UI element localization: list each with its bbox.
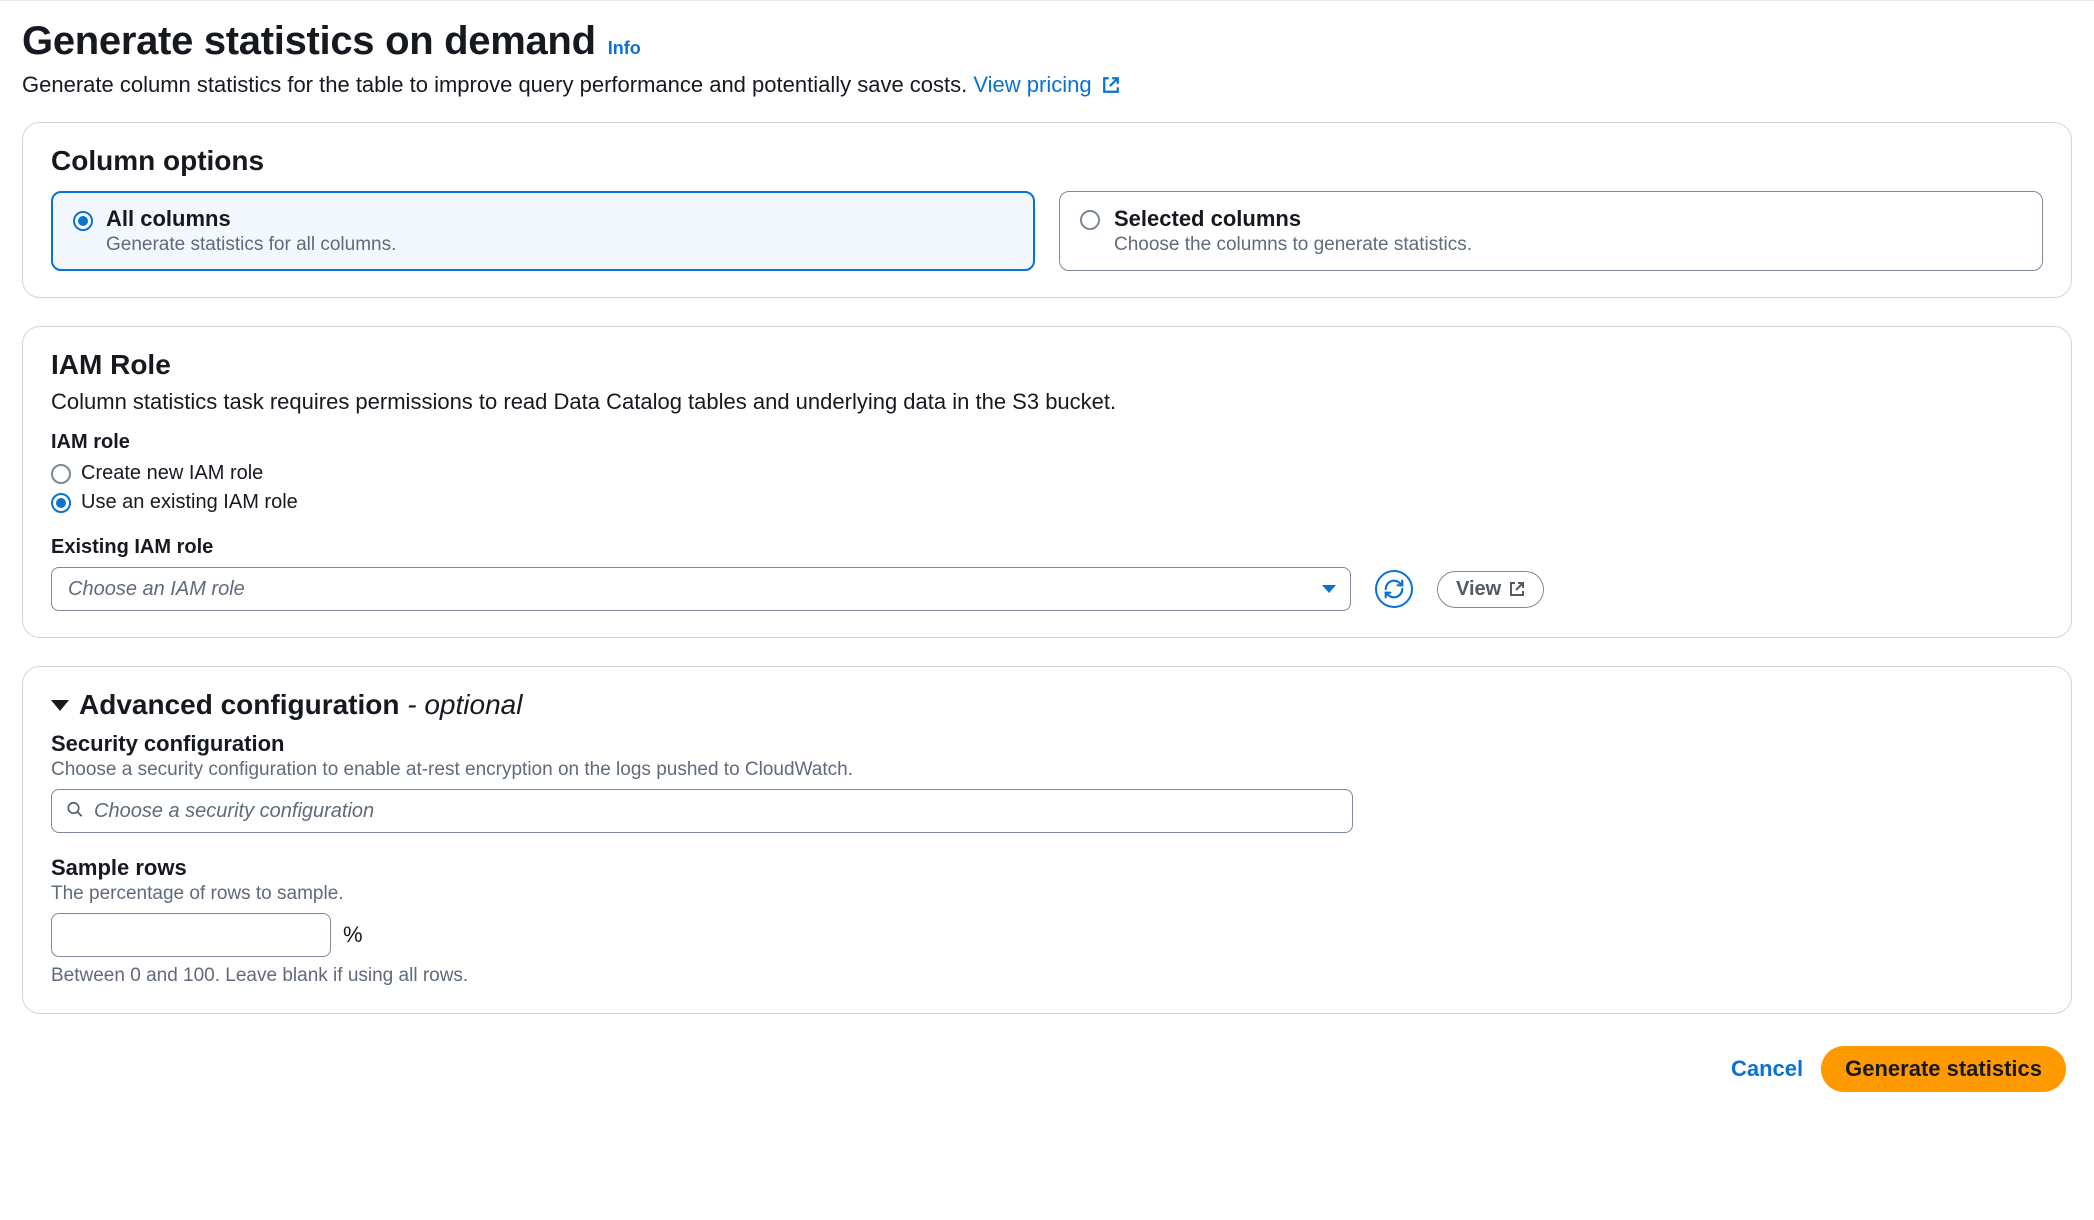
sample-rows-input[interactable] [51,913,331,957]
advanced-configuration-title: Advanced configuration - optional [79,689,522,721]
page-description: Generate column statistics for the table… [22,72,2072,100]
sample-rows-label: Sample rows [51,855,2043,881]
refresh-icon [1383,578,1405,600]
use-existing-iam-role-label: Use an existing IAM role [81,491,298,514]
view-pricing-label: View pricing [973,72,1091,97]
sample-rows-unit: % [343,922,363,948]
iam-role-panel: IAM Role Column statistics task requires… [22,326,2072,638]
external-link-icon [1509,581,1525,597]
view-button-label: View [1456,578,1501,601]
existing-iam-role-placeholder: Choose an IAM role [68,578,245,601]
create-new-iam-role-label: Create new IAM role [81,462,263,485]
advanced-configuration-panel: Advanced configuration - optional Securi… [22,666,2072,1014]
sample-rows-constraint: Between 0 and 100. Leave blank if using … [51,965,2043,987]
security-configuration-label: Security configuration [51,731,2043,757]
page-title: Generate statistics on demand [22,19,596,64]
security-configuration-placeholder: Choose a security configuration [94,800,374,823]
page-description-text: Generate column statistics for the table… [22,72,973,97]
selected-columns-label: Selected columns [1114,206,2024,232]
iam-role-description: Column statistics task requires permissi… [51,389,2043,415]
iam-role-title: IAM Role [51,349,2043,381]
radio-icon [1080,210,1100,230]
existing-iam-role-select[interactable]: Choose an IAM role [51,567,1351,611]
caret-down-icon [1322,585,1336,593]
advanced-configuration-toggle[interactable]: Advanced configuration - optional [51,689,2043,721]
all-columns-description: Generate statistics for all columns. [106,234,1016,256]
all-columns-label: All columns [106,206,1016,232]
generate-statistics-button[interactable]: Generate statistics [1821,1046,2066,1092]
existing-iam-role-label: Existing IAM role [51,536,2043,559]
external-link-icon [1102,74,1120,100]
iam-role-field-label: IAM role [51,431,2043,454]
cancel-button[interactable]: Cancel [1731,1056,1803,1082]
security-configuration-description: Choose a security configuration to enabl… [51,759,2043,781]
refresh-iam-roles-button[interactable] [1375,570,1413,608]
selected-columns-tile[interactable]: Selected columns Choose the columns to g… [1059,191,2043,271]
view-iam-role-button[interactable]: View [1437,571,1544,608]
create-new-iam-role-radio[interactable]: Create new IAM role [51,462,2043,485]
all-columns-tile[interactable]: All columns Generate statistics for all … [51,191,1035,271]
radio-icon [51,464,71,484]
info-link[interactable]: Info [608,38,641,59]
sample-rows-description: The percentage of rows to sample. [51,883,2043,905]
radio-icon [51,493,71,513]
advanced-title-text: Advanced configuration [79,689,407,720]
selected-columns-description: Choose the columns to generate statistic… [1114,234,2024,256]
use-existing-iam-role-radio[interactable]: Use an existing IAM role [51,491,2043,514]
search-icon [66,801,84,822]
column-options-panel: Column options All columns Generate stat… [22,122,2072,298]
footer-actions: Cancel Generate statistics [22,1042,2072,1096]
advanced-title-optional: - optional [407,689,522,720]
view-pricing-link[interactable]: View pricing [973,72,1119,97]
caret-down-icon [51,700,69,711]
column-options-title: Column options [51,145,2043,177]
radio-icon [73,211,93,231]
security-configuration-select[interactable]: Choose a security configuration [51,789,1353,833]
